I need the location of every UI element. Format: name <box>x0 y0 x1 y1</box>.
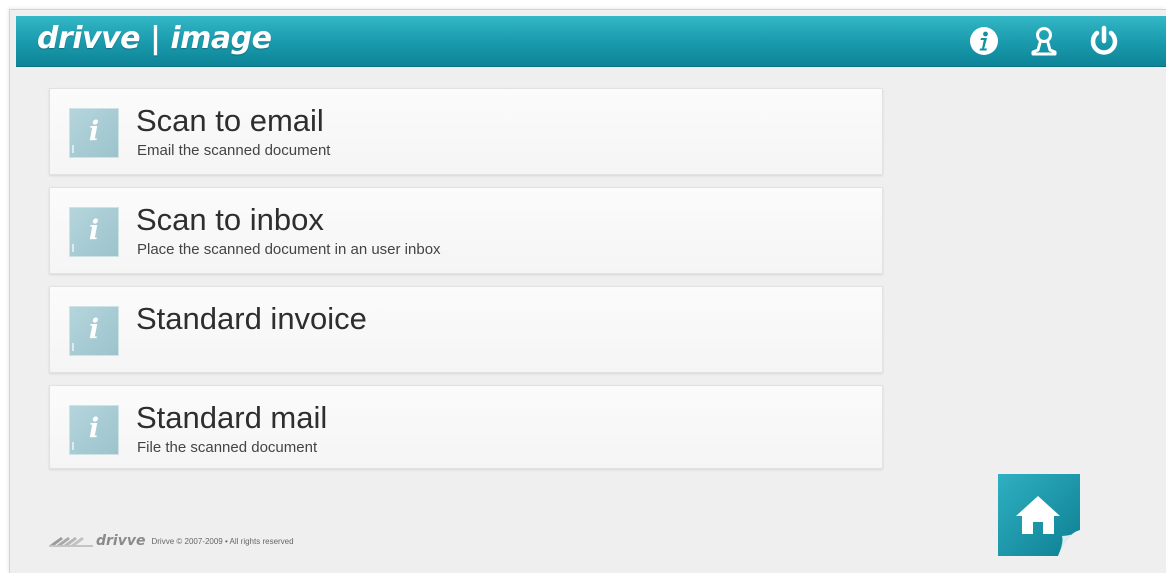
tile-scan-to-email[interactable]: i Scan to email Email the scanned docume… <box>49 88 883 175</box>
copyright-text: Drivve © 2007-2009 • All rights reserved <box>151 536 294 546</box>
user-icon[interactable] <box>1027 24 1061 58</box>
tile-title: Scan to email <box>136 103 324 138</box>
header-bar: drivve | image <box>16 16 1166 67</box>
wing-logo-icon <box>49 537 93 547</box>
tile-title: Standard invoice <box>136 301 367 336</box>
info-icon: i <box>69 207 119 257</box>
tile-subtitle: Email the scanned document <box>137 142 331 159</box>
brand-logo: drivve | image <box>37 21 272 56</box>
tile-scan-to-inbox[interactable]: i Scan to inbox Place the scanned docume… <box>49 187 883 274</box>
tile-standard-invoice[interactable]: i Standard invoice <box>49 286 883 373</box>
home-icon <box>998 474 1080 556</box>
info-icon[interactable] <box>967 24 1001 58</box>
tile-title: Standard mail <box>136 400 328 435</box>
info-icon: i <box>69 306 119 356</box>
info-icon: i <box>69 405 119 455</box>
footer: drivve Drivve © 2007-2009 • All rights r… <box>49 531 294 551</box>
tile-title: Scan to inbox <box>136 202 324 237</box>
tile-standard-mail[interactable]: i Standard mail File the scanned documen… <box>49 385 883 469</box>
footer-wordmark: drivve <box>96 533 146 549</box>
info-icon: i <box>69 108 119 158</box>
tile-subtitle: Place the scanned document in an user in… <box>137 241 441 258</box>
tile-subtitle: File the scanned document <box>137 439 318 456</box>
power-icon[interactable] <box>1087 24 1121 58</box>
home-button[interactable] <box>996 472 1082 558</box>
workflow-list: i Scan to email Email the scanned docume… <box>49 88 883 469</box>
